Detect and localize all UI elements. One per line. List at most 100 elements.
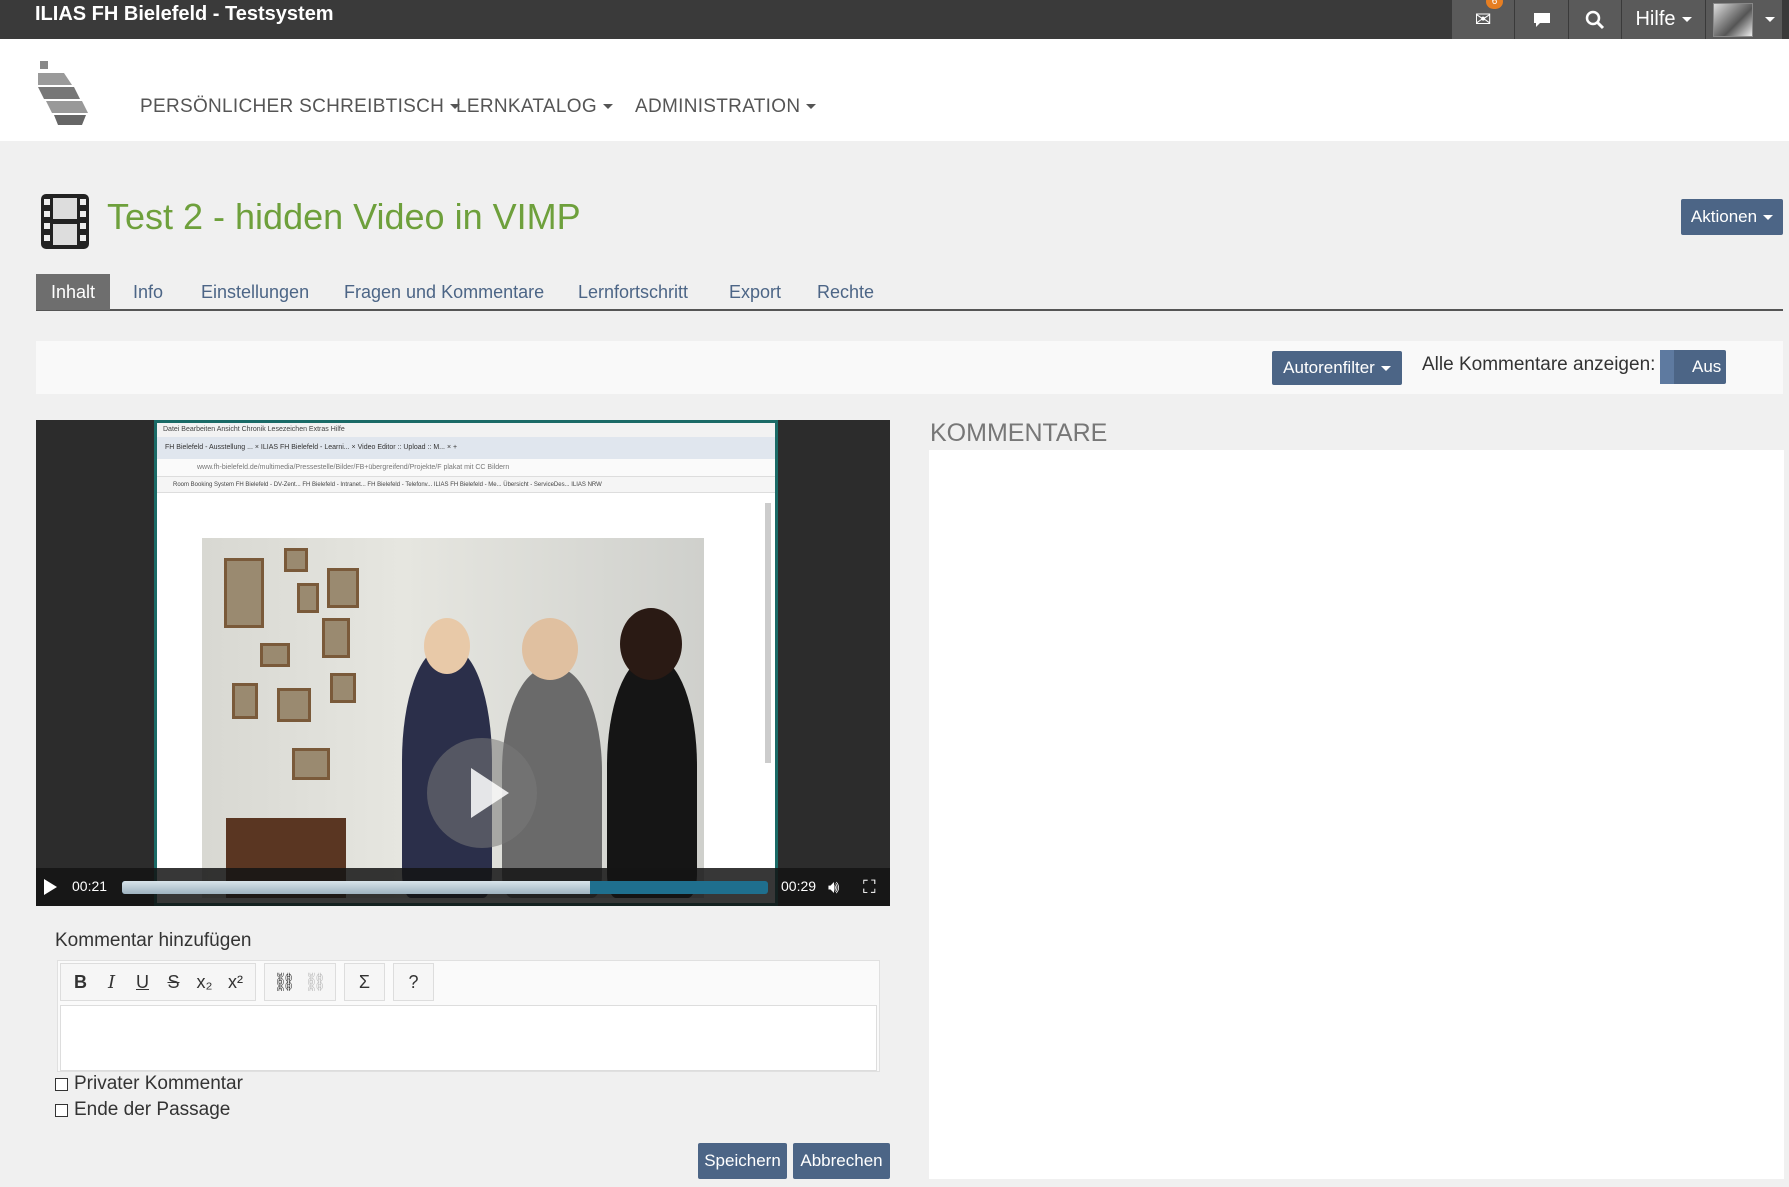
strikethrough-icon[interactable]: S — [158, 972, 189, 993]
tab-rechte[interactable]: Rechte — [817, 274, 874, 310]
current-time: 00:21 — [72, 878, 108, 894]
speech-bubble-icon — [1533, 12, 1550, 27]
picture-frame — [292, 748, 330, 780]
chevron-down-icon — [1765, 17, 1775, 22]
tab-einstellungen[interactable]: Einstellungen — [201, 274, 309, 310]
comments-list — [929, 450, 1784, 1179]
big-play-icon[interactable] — [427, 738, 537, 848]
mail-button[interactable]: ✉ 6 — [1452, 0, 1514, 39]
user-menu-button[interactable] — [1706, 0, 1782, 39]
tab-lernfortschritt[interactable]: Lernfortschritt — [578, 274, 688, 310]
person-head — [424, 618, 470, 674]
browser-tab-strip: FH Bielefeld - Ausstellung ... × ILIAS F… — [157, 437, 775, 459]
page-title: Test 2 - hidden Video in VIMP — [107, 196, 581, 237]
video-frame: Datei Bearbeiten Ansicht Chronik Lesezei… — [154, 420, 778, 906]
show-all-comments-toggle[interactable]: Aus — [1660, 350, 1726, 384]
mail-count-badge: 6 — [1486, 0, 1503, 9]
tab-info[interactable]: Info — [133, 274, 163, 310]
chevron-down-icon — [1763, 214, 1774, 220]
browser-url-bar: www.fh-bielefeld.de/multimedia/Presseste… — [157, 459, 775, 477]
progress-played — [122, 881, 590, 894]
play-icon[interactable] — [44, 879, 57, 895]
browser-bookmarks-bar: Room Booking System FH Bielefeld - DV-Ze… — [157, 477, 775, 493]
end-of-passage-checkbox-row[interactable]: Ende der Passage — [55, 1099, 230, 1121]
comment-textarea[interactable] — [60, 1005, 877, 1071]
tab-fragen-und-kommentare[interactable]: Fragen und Kommentare — [344, 274, 544, 310]
author-filter-label: Autorenfilter — [1283, 358, 1375, 377]
chevron-down-icon — [602, 104, 613, 110]
help-menu-button[interactable]: Hilfe — [1622, 0, 1705, 39]
chevron-down-icon — [806, 104, 817, 110]
editor-toolbar: B I U S x₂ x² ⛓ ⛓ Σ ? — [60, 963, 434, 1003]
nav-label: ADMINISTRATION — [635, 96, 801, 117]
picture-frame — [224, 558, 264, 628]
bold-icon[interactable]: B — [65, 972, 96, 993]
superscript-icon[interactable]: x² — [220, 972, 251, 993]
picture-frame — [232, 683, 258, 719]
picture-frame — [330, 673, 356, 703]
search-button[interactable] — [1569, 0, 1621, 39]
actions-label: Aktionen — [1690, 207, 1758, 226]
end-of-passage-label: Ende der Passage — [74, 1099, 231, 1120]
add-comment-label: Kommentar hinzufügen — [55, 930, 252, 951]
toggle-state-label: Aus — [1692, 357, 1722, 376]
chevron-down-icon — [1380, 365, 1391, 371]
format-group: B I U S x₂ x² — [60, 963, 256, 1001]
nav-label: LERNKATALOG — [456, 96, 597, 117]
chevron-down-icon — [1681, 17, 1692, 22]
private-comment-checkbox-row[interactable]: Privater Kommentar — [55, 1073, 243, 1095]
subscript-icon[interactable]: x₂ — [189, 972, 220, 993]
comment-editor: B I U S x₂ x² ⛓ ⛓ Σ ? — [57, 960, 880, 1072]
math-group: Σ — [344, 963, 385, 1001]
help-label: Hilfe — [1635, 8, 1676, 30]
volume-icon[interactable]: 🔊︎ — [828, 877, 839, 898]
comments-heading: KOMMENTARE — [930, 419, 1108, 447]
person-head — [522, 618, 578, 680]
main-navigation: PERSÖNLICHER SCHREIBTISCH LERNKATALOG AD… — [0, 39, 1789, 141]
sigma-icon[interactable]: Σ — [349, 972, 380, 993]
cancel-button[interactable]: Abbrechen — [793, 1143, 890, 1179]
browser-menu-bar: Datei Bearbeiten Ansicht Chronik Lesezei… — [157, 423, 775, 437]
italic-icon[interactable]: I — [96, 972, 127, 993]
private-comment-checkbox[interactable] — [55, 1077, 68, 1091]
film-icon — [41, 194, 89, 249]
installation-title: ILIAS FH Bielefeld - Testsystem — [35, 3, 334, 25]
save-button[interactable]: Speichern — [698, 1143, 787, 1179]
picture-frame — [297, 583, 319, 613]
private-comment-label: Privater Kommentar — [74, 1073, 243, 1094]
fullscreen-icon[interactable]: ⛶ — [863, 877, 876, 898]
nav-label: PERSÖNLICHER SCHREIBTISCH — [140, 96, 445, 117]
help-group: ? — [393, 963, 434, 1001]
show-all-comments-label: Alle Kommentare anzeigen: — [1422, 354, 1656, 375]
picture-frame — [327, 568, 359, 608]
author-filter-button[interactable]: Autorenfilter — [1272, 351, 1402, 385]
person — [607, 658, 697, 898]
tab-bar: Inhalt Info Einstellungen Fragen und Kom… — [36, 274, 1783, 311]
video-player[interactable]: Datei Bearbeiten Ansicht Chronik Lesezei… — [36, 420, 890, 906]
exhibition-photo — [202, 538, 704, 898]
picture-frame — [322, 618, 350, 658]
link-group: ⛓ ⛓ — [264, 963, 336, 1001]
unlink-icon: ⛓ — [304, 971, 327, 992]
tab-inhalt[interactable]: Inhalt — [36, 274, 111, 310]
link-icon[interactable]: ⛓ — [269, 972, 300, 993]
toggle-knob — [1660, 350, 1674, 384]
avatar — [1713, 2, 1753, 37]
video-controls: 00:21 00:29 🔊︎ ⛶ — [36, 868, 890, 906]
picture-frame — [284, 548, 308, 572]
underline-icon[interactable]: U — [127, 972, 158, 993]
picture-frame — [277, 688, 311, 722]
actions-dropdown-button[interactable]: Aktionen — [1681, 199, 1783, 235]
end-of-passage-checkbox[interactable] — [55, 1103, 68, 1117]
ilias-logo — [38, 61, 88, 125]
question-mark-icon[interactable]: ? — [398, 972, 429, 993]
browser-scrollbar — [765, 503, 771, 763]
picture-frame — [260, 643, 290, 667]
nav-administration[interactable]: ADMINISTRATION — [635, 96, 817, 118]
nav-learning-catalog[interactable]: LERNKATALOG — [456, 96, 613, 118]
top-bar: ILIAS FH Bielefeld - Testsystem ✉ 6 Hilf… — [0, 0, 1789, 39]
progress-bar[interactable] — [122, 881, 768, 894]
tab-export[interactable]: Export — [729, 274, 781, 310]
chat-button[interactable] — [1515, 0, 1568, 39]
nav-personal-desktop[interactable]: PERSÖNLICHER SCHREIBTISCH — [140, 96, 461, 118]
